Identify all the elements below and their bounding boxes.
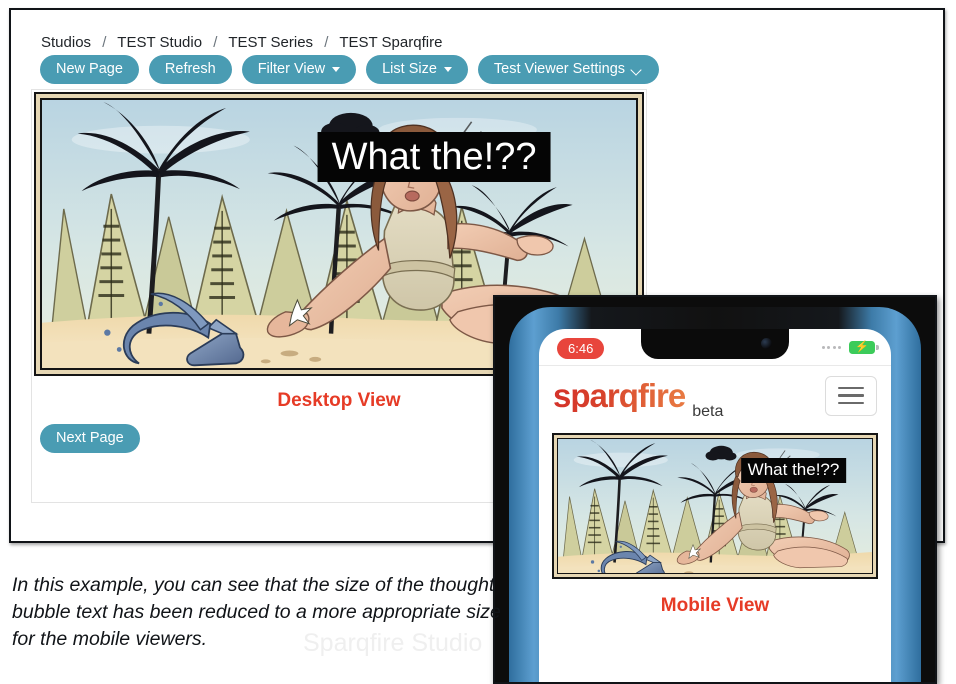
list-size-label: List Size bbox=[382, 61, 437, 78]
refresh-button[interactable]: Refresh bbox=[148, 55, 232, 84]
breadcrumb-item-studios[interactable]: Studios bbox=[41, 34, 91, 51]
next-page-button[interactable]: Next Page bbox=[40, 424, 140, 453]
mobile-comic-art-container: What the!?? bbox=[557, 438, 873, 574]
test-viewer-settings-label: Test Viewer Settings bbox=[493, 61, 626, 78]
caret-down-icon bbox=[443, 67, 452, 72]
bolt-glyph: ⚡ bbox=[855, 341, 869, 353]
sparqfire-logo[interactable]: sparqfire bbox=[553, 379, 686, 412]
mobile-speech-box: What the!?? bbox=[740, 457, 847, 483]
mobile-preview-mockup: 6:46 ⚡ sparqfire beta What the!?? Mobile… bbox=[493, 295, 937, 684]
mobile-speech-text: What the!?? bbox=[747, 459, 840, 479]
beta-badge: beta bbox=[692, 403, 724, 420]
new-page-button[interactable]: New Page bbox=[40, 55, 139, 84]
breadcrumb-item-test-studio[interactable]: TEST Studio bbox=[117, 34, 202, 51]
caret-down-icon bbox=[332, 67, 341, 72]
refresh-label: Refresh bbox=[164, 61, 216, 78]
breadcrumb-separator: / bbox=[324, 34, 329, 51]
desktop-speech-text: What the!?? bbox=[331, 136, 537, 179]
list-size-dropdown[interactable]: List Size bbox=[366, 55, 468, 84]
breadcrumb-item-test-series[interactable]: TEST Series bbox=[228, 34, 313, 51]
phone-status-bar: 6:46 ⚡ bbox=[539, 329, 891, 365]
phone-frame: 6:46 ⚡ sparqfire beta What the!?? Mobile… bbox=[509, 307, 921, 682]
mobile-view-label: Mobile View bbox=[660, 595, 770, 616]
filter-view-dropdown[interactable]: Filter View bbox=[241, 55, 357, 84]
battery-charging-icon: ⚡ bbox=[849, 341, 879, 354]
hamburger-menu-icon[interactable] bbox=[825, 375, 877, 416]
breadcrumb-separator: / bbox=[102, 34, 107, 51]
pagination: Next Page bbox=[40, 424, 140, 453]
new-page-label: New Page bbox=[56, 61, 123, 78]
next-page-label: Next Page bbox=[56, 430, 124, 447]
breadcrumb: Studios / TEST Studio / TEST Series / TE… bbox=[41, 34, 442, 51]
phone-screen: 6:46 ⚡ sparqfire beta What the!?? Mobile… bbox=[539, 329, 891, 682]
breadcrumb-separator: / bbox=[213, 34, 218, 51]
chevron-down-icon bbox=[632, 66, 643, 73]
breadcrumb-item-test-sparqfire[interactable]: TEST Sparqfire bbox=[339, 34, 442, 51]
status-time-pill: 6:46 bbox=[557, 338, 605, 359]
toolbar: New Page Refresh Filter View List Size T… bbox=[40, 55, 660, 84]
mobile-comic-panel[interactable]: What the!?? bbox=[552, 433, 878, 579]
signal-dots-icon bbox=[821, 346, 841, 349]
test-viewer-settings-dropdown[interactable]: Test Viewer Settings bbox=[477, 55, 660, 84]
filter-view-label: Filter View bbox=[257, 61, 326, 78]
explanatory-caption: In this example, you can see that the si… bbox=[12, 574, 501, 650]
desktop-speech-box: What the!?? bbox=[317, 132, 551, 183]
mobile-app-header: sparqfire beta bbox=[539, 365, 891, 425]
